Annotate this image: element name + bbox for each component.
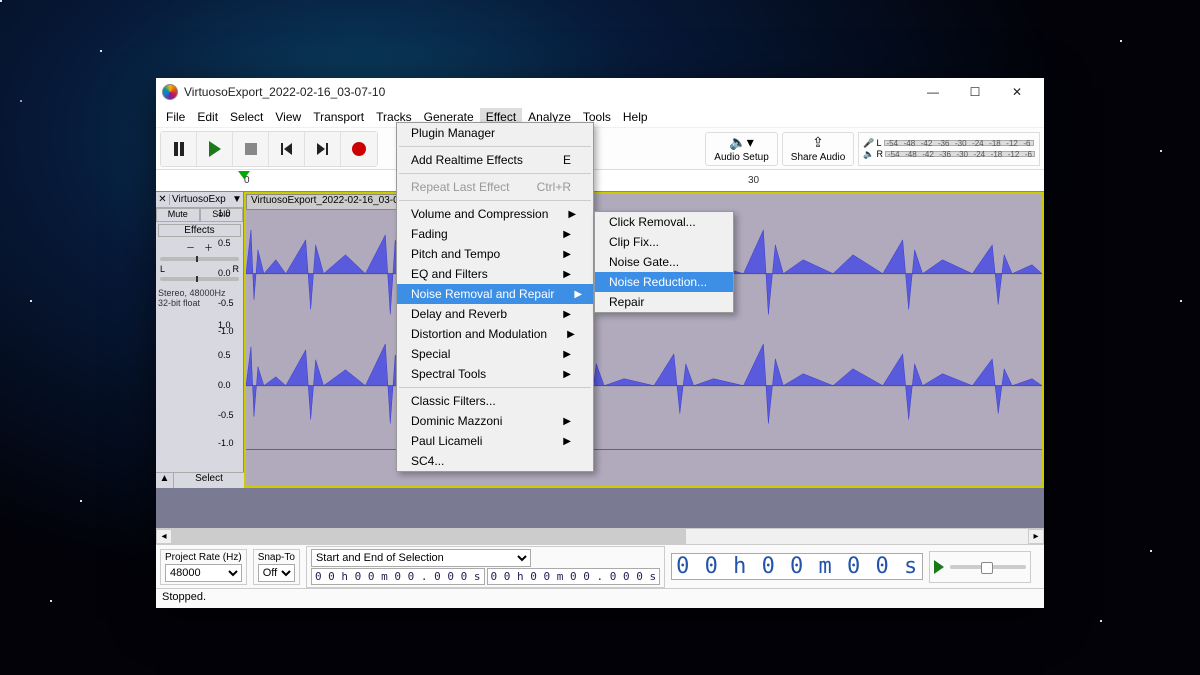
share-audio-label: Share Audio	[791, 152, 846, 163]
menu-fading[interactable]: Fading▶	[397, 224, 593, 244]
snap-to-select[interactable]: Off	[258, 564, 295, 582]
speaker-icon: 🔈▾	[729, 134, 753, 151]
menu-select[interactable]: Select	[224, 108, 269, 126]
scroll-thumb[interactable]	[172, 529, 686, 544]
horizontal-scrollbar[interactable]: ◂ ▸	[156, 528, 1044, 544]
effect-menu-dropdown: Plugin Manager Add Realtime EffectsE Rep…	[396, 122, 594, 472]
selection-toolbar: Project Rate (Hz) 48000 Snap-To Off Star…	[156, 544, 1044, 588]
minimize-button[interactable]: —	[912, 78, 954, 106]
project-rate-select[interactable]: 48000	[165, 564, 242, 582]
menu-eq-filters[interactable]: EQ and Filters▶	[397, 264, 593, 284]
ruler-tick-0: 0	[244, 175, 250, 186]
track-close-button[interactable]: ✕	[156, 194, 170, 205]
selection-mode-select[interactable]: Start and End of Selection	[311, 549, 531, 567]
menu-noise-removal[interactable]: Noise Removal and Repair▶	[397, 284, 593, 304]
clip-name[interactable]: VirtuosoExport_2022-02-16_03-0	[246, 194, 404, 210]
stop-button[interactable]	[233, 132, 269, 166]
record-button[interactable]	[341, 132, 377, 166]
ruler-tick-30: 30	[748, 175, 759, 186]
menu-help[interactable]: Help	[617, 108, 654, 126]
menu-noise-reduction[interactable]: Noise Reduction...	[595, 272, 733, 292]
stop-icon	[245, 143, 257, 155]
track-name[interactable]: VirtuosoExp	[170, 194, 231, 205]
menu-transport[interactable]: Transport	[307, 108, 370, 126]
menu-repair[interactable]: Repair	[595, 292, 733, 312]
noise-submenu-dropdown: Click Removal... Clip Fix... Noise Gate.…	[594, 211, 734, 313]
project-rate-label: Project Rate (Hz)	[165, 552, 242, 563]
skip-end-button[interactable]	[305, 132, 341, 166]
play-meter-L: -54-48-42-36-30-24-18-12-6	[885, 151, 1035, 157]
menu-special[interactable]: Special▶	[397, 344, 593, 364]
app-window: VirtuosoExport_2022-02-16_03-07-10 — ☐ ✕…	[156, 78, 1044, 608]
play-at-speed	[929, 551, 1031, 583]
selection-start-field[interactable]: 0 0 h 0 0 m 0 0 . 0 0 0 s	[311, 568, 485, 585]
menu-click-removal[interactable]: Click Removal...	[595, 212, 733, 232]
collapse-button[interactable]: ▲	[156, 473, 174, 488]
menu-edit[interactable]: Edit	[191, 108, 224, 126]
waveform-right[interactable]: 1.0 0.5 0.0 -0.5 -1.0	[246, 322, 1042, 450]
menu-file[interactable]: File	[160, 108, 191, 126]
share-icon: ⇪	[812, 134, 824, 151]
play-icon	[209, 141, 221, 157]
timeline-ruler[interactable]: 0 30	[156, 170, 1044, 192]
toolbar: 🔈▾ Audio Setup ⇪ Share Audio 🎤L-54-48-42…	[156, 128, 1044, 170]
skip-start-button[interactable]	[269, 132, 305, 166]
menubar: File Edit Select View Transport Tracks G…	[156, 106, 1044, 128]
window-title: VirtuosoExport_2022-02-16_03-07-10	[184, 85, 912, 99]
scroll-right-button[interactable]: ▸	[1028, 529, 1044, 544]
play-button[interactable]	[197, 132, 233, 166]
menu-classic-filters[interactable]: Classic Filters...	[397, 391, 593, 411]
playback-speed-slider[interactable]	[950, 565, 1026, 569]
menu-distortion[interactable]: Distortion and Modulation▶	[397, 324, 593, 344]
track-select-button[interactable]: Select	[174, 473, 244, 488]
audio-setup-label: Audio Setup	[714, 152, 769, 163]
pause-icon	[174, 142, 184, 156]
menu-volume-compression[interactable]: Volume and Compression▶	[397, 204, 593, 224]
skip-start-icon	[281, 143, 292, 155]
menu-paul[interactable]: Paul Licameli▶	[397, 431, 593, 451]
menu-dominic[interactable]: Dominic Mazzoni▶	[397, 411, 593, 431]
skip-end-icon	[317, 143, 328, 155]
submenu-arrow-icon: ▶	[568, 209, 576, 220]
status-bar: Stopped.	[156, 588, 1044, 608]
recording-meter[interactable]: 🎤L-54-48-42-36-30-24-18-12-6 🔈R-54-48-42…	[858, 132, 1040, 166]
app-logo-icon	[162, 84, 178, 100]
menu-repeat-last: Repeat Last EffectCtrl+R	[397, 177, 593, 197]
track-menu-button[interactable]: ▼	[231, 194, 243, 205]
titlebar[interactable]: VirtuosoExport_2022-02-16_03-07-10 — ☐ ✕	[156, 78, 1044, 106]
menu-clip-fix[interactable]: Clip Fix...	[595, 232, 733, 252]
mic-icon: 🎤	[863, 138, 874, 149]
mute-button[interactable]: Mute	[156, 208, 200, 222]
menu-view[interactable]: View	[269, 108, 307, 126]
speaker2-icon: 🔈	[863, 149, 874, 160]
menu-pitch-tempo[interactable]: Pitch and Tempo▶	[397, 244, 593, 264]
snap-to-label: Snap-To	[258, 552, 295, 563]
maximize-button[interactable]: ☐	[954, 78, 996, 106]
menu-add-realtime[interactable]: Add Realtime EffectsE	[397, 150, 593, 170]
menu-delay-reverb[interactable]: Delay and Reverb▶	[397, 304, 593, 324]
pause-button[interactable]	[161, 132, 197, 166]
status-text: Stopped.	[162, 591, 206, 603]
share-audio-button[interactable]: ⇪ Share Audio	[782, 132, 855, 166]
menu-sc4[interactable]: SC4...	[397, 451, 593, 471]
menu-spectral[interactable]: Spectral Tools▶	[397, 364, 593, 384]
audio-setup-button[interactable]: 🔈▾ Audio Setup	[705, 132, 778, 166]
selection-end-field[interactable]: 0 0 h 0 0 m 0 0 . 0 0 0 s	[487, 568, 661, 585]
close-button[interactable]: ✕	[996, 78, 1038, 106]
rec-meter-L: -54-48-42-36-30-24-18-12-6	[884, 140, 1034, 146]
menu-plugin-manager[interactable]: Plugin Manager	[397, 123, 593, 143]
empty-track-space[interactable]	[156, 488, 1044, 528]
scroll-left-button[interactable]: ◂	[156, 529, 172, 544]
time-display[interactable]: 0 0 h 0 0 m 0 0 s	[671, 553, 923, 580]
record-icon	[352, 142, 366, 156]
menu-noise-gate[interactable]: Noise Gate...	[595, 252, 733, 272]
play-at-speed-button[interactable]	[934, 560, 944, 574]
